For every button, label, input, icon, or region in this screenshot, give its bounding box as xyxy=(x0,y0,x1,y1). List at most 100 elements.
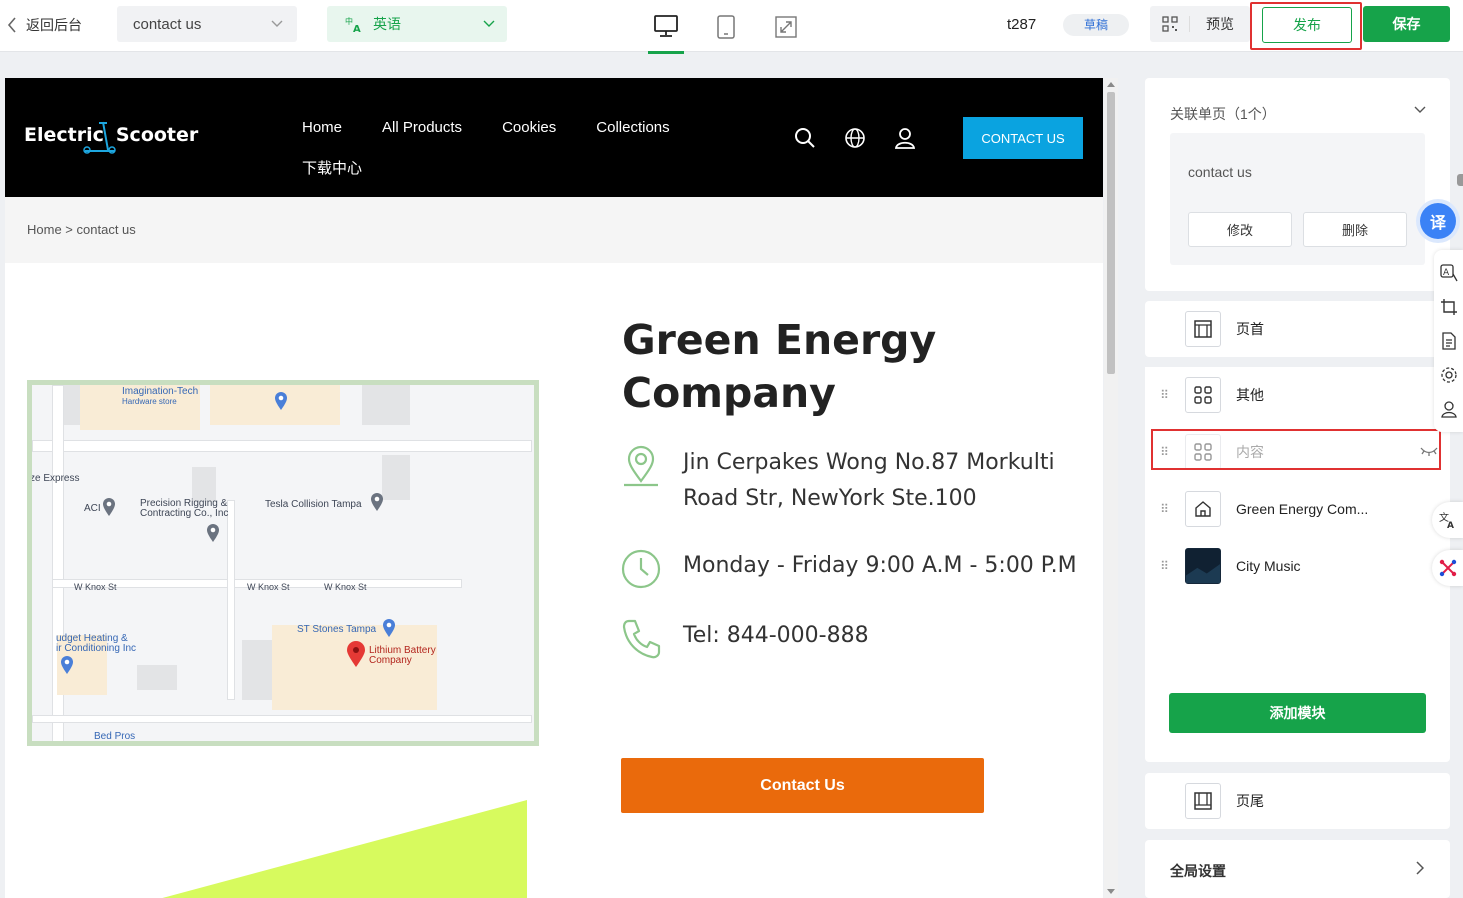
module-header[interactable]: 页首 xyxy=(1145,301,1450,357)
image-translate-icon[interactable]: A xyxy=(1439,264,1458,282)
location-map[interactable]: Imagination-Tech Hardware store ze Expre… xyxy=(27,380,539,746)
map-block xyxy=(137,665,177,690)
nav-collections[interactable]: Collections xyxy=(596,119,669,136)
map-label: Contracting Co., Inc xyxy=(140,508,229,519)
desktop-icon xyxy=(654,14,678,37)
header-contact-button[interactable]: CONTACT US xyxy=(963,117,1083,159)
qr-preview-button[interactable] xyxy=(1150,16,1190,32)
page-select-value: contact us xyxy=(133,15,202,33)
svg-text:A: A xyxy=(353,24,361,33)
map-pin-icon[interactable] xyxy=(102,497,116,517)
back-to-admin-button[interactable]: 返回后台 xyxy=(6,15,82,35)
page-id: t287 xyxy=(1007,16,1037,33)
module-name: 其他 xyxy=(1236,387,1264,403)
map-pin-icon[interactable] xyxy=(274,391,288,411)
module-other[interactable]: ⠿ 其他 xyxy=(1145,367,1450,423)
delete-button[interactable]: 删除 xyxy=(1303,212,1407,247)
module-green-energy[interactable]: ⠿ Green Energy Com... xyxy=(1145,481,1450,537)
chevron-down-icon[interactable] xyxy=(1414,106,1426,114)
chevron-left-icon xyxy=(7,17,16,33)
module-name: 页尾 xyxy=(1236,793,1264,809)
tablet-icon xyxy=(717,15,735,39)
user-icon[interactable] xyxy=(1440,400,1458,418)
add-module-button[interactable]: 添加模块 xyxy=(1169,693,1426,733)
drag-handle-icon[interactable]: ⠿ xyxy=(1145,388,1185,402)
canvas-scrollbar[interactable] xyxy=(1104,78,1118,898)
map-pin-icon[interactable] xyxy=(370,492,384,512)
phone-row: Tel: 844-000-888 xyxy=(621,618,869,660)
translate-button[interactable]: 译 xyxy=(1420,203,1456,239)
content-highlight-box xyxy=(1151,429,1441,470)
nav-cookies[interactable]: Cookies xyxy=(502,119,556,136)
desktop-view-button[interactable] xyxy=(648,0,684,54)
scooter-logo-icon xyxy=(83,121,116,154)
map-block xyxy=(192,467,216,502)
map-label: Bed Pros xyxy=(94,731,136,742)
module-footer[interactable]: 页尾 xyxy=(1145,773,1450,829)
edit-button[interactable]: 修改 xyxy=(1188,212,1292,247)
header-icons xyxy=(793,126,917,150)
module-name: 页首 xyxy=(1236,321,1264,337)
map-road xyxy=(227,500,235,700)
crop-icon[interactable] xyxy=(1440,298,1458,316)
module-name: City Music xyxy=(1236,558,1301,574)
map-label: Imagination-Tech xyxy=(122,386,199,397)
edge-handle[interactable] xyxy=(1457,174,1463,186)
map-block xyxy=(382,455,410,500)
language-tool-button[interactable]: 文A xyxy=(1432,502,1463,538)
module-name: Green Energy Com... xyxy=(1236,501,1369,517)
chevron-down-icon xyxy=(483,20,495,27)
settings-icon[interactable] xyxy=(1440,366,1458,384)
decorative-triangle xyxy=(162,800,527,898)
preview-button[interactable]: 预览 xyxy=(1190,14,1250,34)
language-select[interactable]: 中 A 英语 xyxy=(327,6,507,42)
map-pin-icon[interactable] xyxy=(382,618,396,638)
nav-home[interactable]: Home xyxy=(302,119,342,136)
map-label: ze Express xyxy=(30,473,80,484)
home-icon xyxy=(1185,491,1221,527)
contact-us-button[interactable]: Contact Us xyxy=(621,758,984,813)
related-pages-title[interactable]: 关联单页（1个） xyxy=(1170,104,1276,124)
nav-all-products[interactable]: All Products xyxy=(382,119,462,136)
breadcrumb-home[interactable]: Home xyxy=(27,222,62,237)
preview-group: 预览 xyxy=(1150,6,1250,42)
tablet-view-button[interactable] xyxy=(708,0,744,54)
map-block xyxy=(362,385,410,425)
network-icon xyxy=(1439,559,1456,577)
page-select[interactable]: contact us xyxy=(117,6,297,42)
map-pin-icon[interactable] xyxy=(206,523,220,543)
document-icon[interactable] xyxy=(1440,332,1458,350)
scroll-down-arrow[interactable] xyxy=(1107,889,1115,894)
scroll-thumb[interactable] xyxy=(1107,92,1115,374)
map-road xyxy=(32,440,532,452)
user-icon[interactable] xyxy=(893,126,917,150)
fullscreen-button[interactable] xyxy=(768,0,804,54)
svg-text:A: A xyxy=(1443,268,1450,278)
map-pin-icon[interactable] xyxy=(60,655,74,675)
expand-icon xyxy=(775,16,797,38)
breadcrumb-current: contact us xyxy=(76,222,136,237)
translate-icon: 中 A xyxy=(345,16,361,33)
map-label: Hardware store xyxy=(122,397,177,406)
save-button[interactable]: 保存 xyxy=(1363,6,1450,42)
global-settings[interactable]: 全局设置 xyxy=(1145,840,1450,898)
breadcrumb-bar: Home > contact us xyxy=(5,197,1103,263)
map-label: Tesla Collision Tampa xyxy=(265,499,362,510)
clock-icon xyxy=(621,549,661,589)
ai-tool-button[interactable] xyxy=(1432,550,1463,586)
map-label: ST Stones Tampa xyxy=(297,624,377,635)
scroll-up-arrow[interactable] xyxy=(1107,82,1115,87)
phone-text: Tel: 844-000-888 xyxy=(683,623,869,648)
site-header[interactable]: Electric Scooter Home All Products Cookie… xyxy=(5,78,1103,197)
module-city-music[interactable]: ⠿ City Music xyxy=(1145,538,1450,594)
device-switcher xyxy=(648,0,804,54)
hours-text: Monday - Friday 9:00 A.M - 5:00 P.M xyxy=(683,553,1077,578)
drag-handle-icon[interactable]: ⠿ xyxy=(1145,502,1185,516)
publish-highlight-box xyxy=(1250,2,1362,50)
search-icon[interactable] xyxy=(793,126,817,150)
map-label: Company xyxy=(369,655,412,666)
drag-handle-icon[interactable]: ⠿ xyxy=(1145,559,1185,573)
nav-download-center[interactable]: 下载中心 xyxy=(302,157,362,178)
globe-icon[interactable] xyxy=(843,126,867,150)
map-marker-icon[interactable] xyxy=(346,640,366,668)
